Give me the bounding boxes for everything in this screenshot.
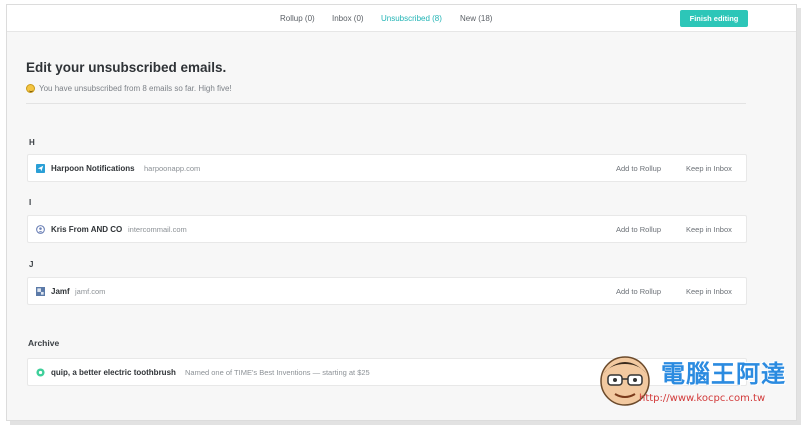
tab-unsubscribed[interactable]: Unsubscribed (8) — [381, 14, 442, 23]
quip-icon — [36, 368, 45, 377]
sender-domain: jamf.com — [75, 287, 106, 296]
window-shadow-right — [797, 8, 801, 423]
page-title: Edit your unsubscribed emails. — [26, 60, 227, 75]
tab-new[interactable]: New (18) — [460, 14, 492, 23]
watermark-url: http://www.kocpc.com.tw — [639, 393, 766, 404]
tab-rollup[interactable]: Rollup (0) — [280, 14, 315, 23]
smiley-emoji-icon — [26, 84, 35, 93]
sender-name: quip, a better electric toothbrush — [51, 368, 176, 377]
top-nav: Rollup (0) Inbox (0) Unsubscribed (8) Ne… — [7, 5, 796, 32]
sender-domain: harpoonapp.com — [144, 164, 201, 173]
list-item: Jamf jamf.com Add to Rollup Keep in Inbo… — [27, 277, 747, 305]
app-window: Rollup (0) Inbox (0) Unsubscribed (8) Ne… — [6, 4, 797, 421]
sender-description: Named one of TIME's Best Inventions — st… — [185, 368, 370, 377]
jamf-logo-icon — [36, 287, 45, 296]
list-item: Harpoon Notifications harpoonapp.com Add… — [27, 154, 747, 182]
keep-in-inbox-button[interactable]: Keep in Inbox — [686, 225, 732, 234]
keep-in-inbox-button[interactable]: Keep in Inbox — [686, 287, 732, 296]
add-to-rollup-button[interactable]: Add to Rollup — [616, 287, 661, 296]
finish-editing-button[interactable]: Finish editing — [680, 10, 748, 27]
circle-avatar-icon — [36, 225, 45, 234]
keep-in-inbox-button[interactable]: Keep in Inbox — [686, 164, 732, 173]
group-letter-j: J — [29, 260, 34, 269]
group-letter-i: I — [29, 198, 32, 207]
sender-name: Harpoon Notifications — [51, 164, 135, 173]
sender-name: Jamf — [51, 287, 70, 296]
group-letter-h: H — [29, 138, 35, 147]
archive-heading: Archive — [28, 338, 60, 348]
sender-name: Kris From AND CO — [51, 225, 123, 234]
tab-inbox[interactable]: Inbox (0) — [332, 14, 364, 23]
list-item: Kris From AND CO intercommail.com Add to… — [27, 215, 747, 243]
subtitle: You have unsubscribed from 8 emails so f… — [26, 84, 232, 93]
add-to-rollup-button[interactable]: Add to Rollup — [616, 225, 661, 234]
paper-plane-icon — [36, 164, 45, 173]
watermark: 電腦王阿達 http://www.kocpc.com.tw — [595, 348, 786, 412]
divider — [26, 103, 746, 104]
subtitle-text: You have unsubscribed from 8 emails so f… — [39, 84, 232, 93]
window-shadow-bottom — [10, 421, 801, 425]
sender-domain: intercommail.com — [128, 225, 187, 234]
add-to-rollup-button[interactable]: Add to Rollup — [616, 164, 661, 173]
watermark-text: 電腦王阿達 — [661, 360, 786, 388]
